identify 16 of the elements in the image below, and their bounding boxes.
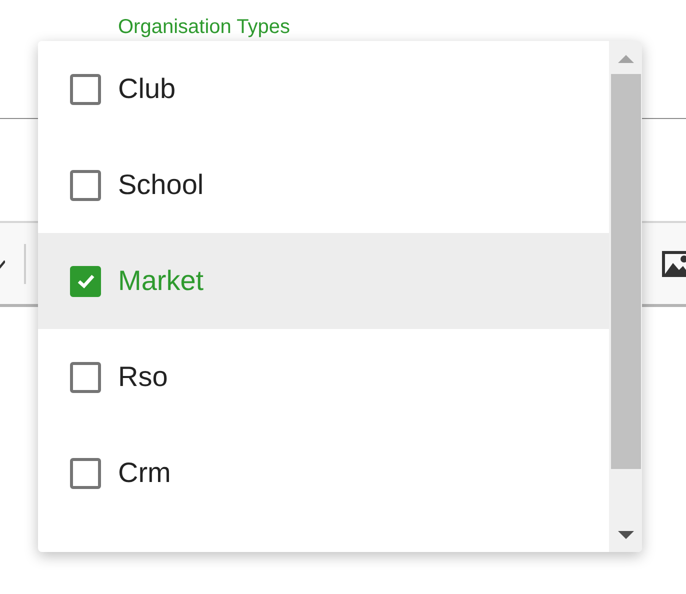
scrollbar-thumb[interactable]	[610, 74, 640, 469]
option-label: Crm	[118, 457, 171, 489]
option-item[interactable]: Club	[38, 41, 609, 137]
option-label: Rso	[118, 361, 168, 393]
option-label: Club	[118, 73, 176, 105]
checkbox[interactable]	[70, 74, 101, 104]
scrollbar[interactable]	[609, 41, 642, 552]
checkbox[interactable]	[70, 266, 101, 296]
option-label: School	[118, 169, 204, 201]
checkbox[interactable]	[70, 458, 101, 488]
checkbox[interactable]	[70, 170, 101, 200]
field-label: Organisation Types	[118, 16, 290, 38]
image-icon[interactable]	[662, 250, 686, 276]
option-label: Market	[118, 265, 204, 297]
checkbox[interactable]	[70, 362, 101, 392]
scroll-down-icon[interactable]	[618, 531, 634, 540]
